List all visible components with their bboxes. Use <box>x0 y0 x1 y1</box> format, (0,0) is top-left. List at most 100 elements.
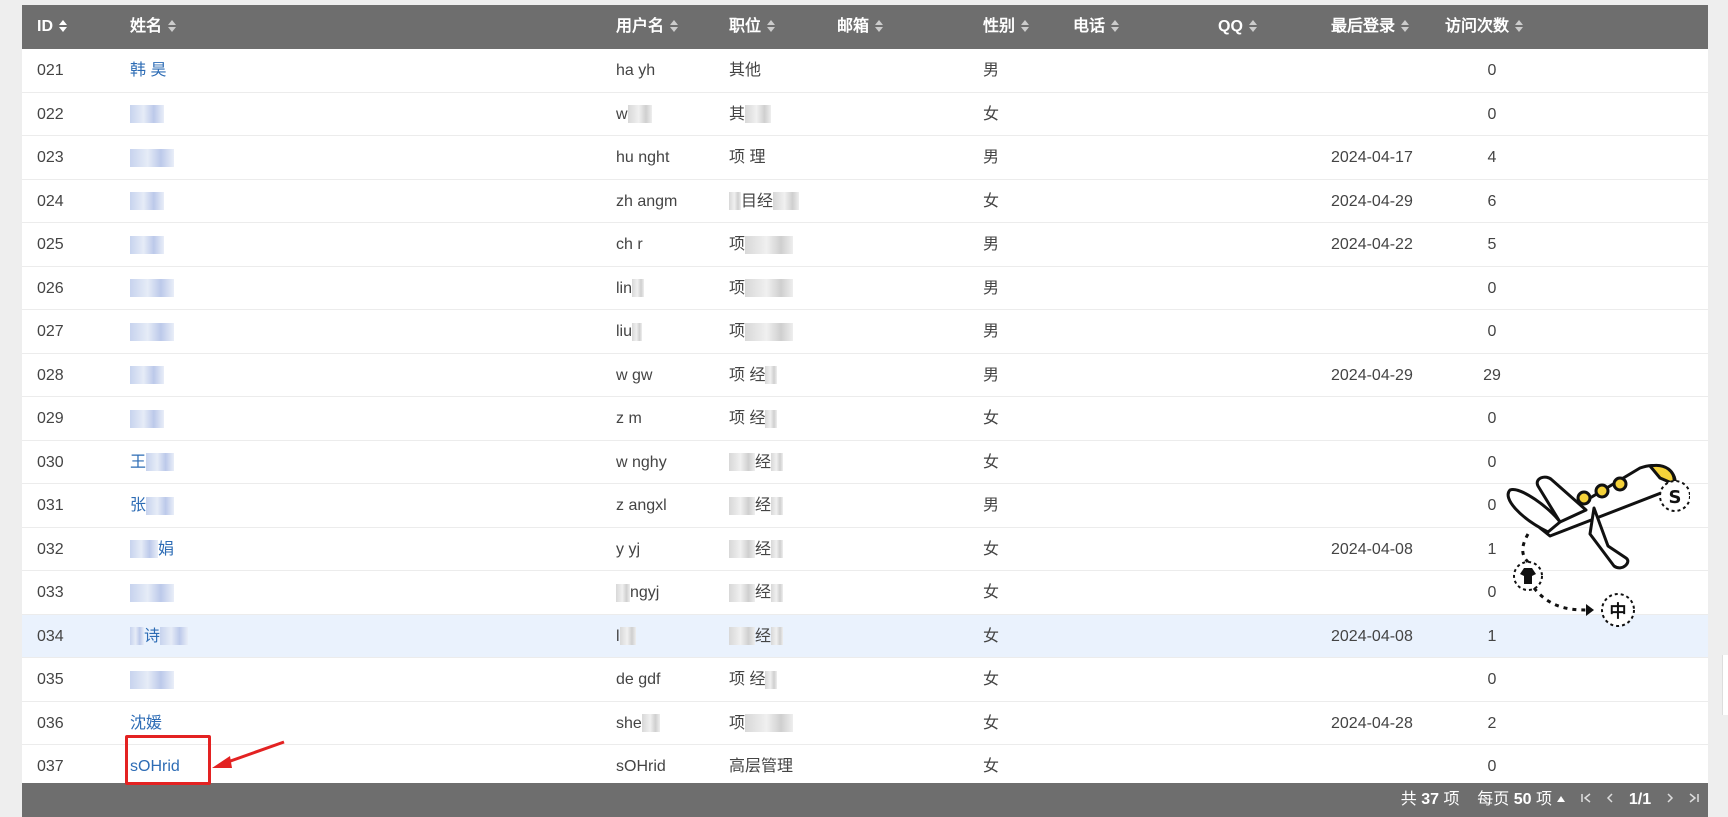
cell-name-link[interactable] <box>130 310 174 353</box>
cell-username: sOHrid <box>616 758 666 775</box>
cell-gender: 女 <box>983 410 1000 427</box>
cell-username: w gw <box>616 366 653 384</box>
cell-id: 026 <box>37 279 64 297</box>
cell-id: 031 <box>37 497 64 514</box>
table-row[interactable]: 025 ch r 项 男 2024-04-22 5 <box>22 223 1708 267</box>
cell-name-link[interactable] <box>130 354 164 397</box>
cell-position: 其他 <box>729 62 762 79</box>
cell-gender: 男 <box>983 149 1000 166</box>
prev-page-icon[interactable] <box>1605 783 1615 817</box>
blurred-text <box>765 366 778 385</box>
side-drawer-handle[interactable] <box>1722 655 1728 715</box>
blurred-text <box>745 322 794 341</box>
cell-name-link[interactable] <box>130 223 164 266</box>
cell-id: 027 <box>37 323 64 340</box>
cell-name-link[interactable]: 张 <box>130 484 175 527</box>
last-page-icon[interactable] <box>1688 783 1700 817</box>
cell-id: 037 <box>37 758 64 775</box>
column-header-id[interactable]: ID <box>37 5 68 49</box>
table-row[interactable]: 023 hu nght 项 理 男 2024-04-17 4 <box>22 136 1708 180</box>
cell-gender: 男 <box>983 366 1000 384</box>
blurred-text <box>632 322 643 341</box>
sort-icon[interactable] <box>669 7 679 51</box>
column-header-name[interactable]: 姓名 <box>130 5 177 49</box>
blurred-text <box>745 279 794 298</box>
table-row-highlighted[interactable]: 034 诗 l 经 女 2024-04-08 1 <box>22 614 1708 658</box>
column-header-position[interactable]: 职位 <box>729 5 776 49</box>
cell-visits: 0 <box>1487 105 1497 123</box>
cell-gender: 女 <box>983 627 1000 645</box>
column-header-username[interactable]: 用户名 <box>616 5 679 49</box>
column-header-qq[interactable]: QQ <box>1218 5 1258 49</box>
sort-icon[interactable] <box>1110 7 1120 51</box>
blurred-text <box>729 192 741 211</box>
cell-gender: 女 <box>983 584 1000 601</box>
sort-icon[interactable] <box>1400 7 1410 51</box>
table-row[interactable]: 021 韩 昊 ha yh 其他 男 0 <box>22 49 1708 93</box>
cell-name-link[interactable]: 韩 昊 <box>130 49 166 92</box>
blurred-text <box>745 235 794 254</box>
first-page-icon[interactable] <box>1580 783 1592 817</box>
cell-name-link[interactable] <box>130 658 174 701</box>
cell-id: 035 <box>37 671 64 688</box>
sort-icon[interactable] <box>766 7 776 51</box>
column-header-visits[interactable]: 访问次数 <box>1445 5 1524 49</box>
table-row[interactable]: 030 王 w nghy 经 女 0 <box>22 441 1708 484</box>
cell-visits: 0 <box>1487 62 1497 79</box>
table-row[interactable]: 027 liu 项 男 0 <box>22 310 1708 354</box>
per-page-selector[interactable]: 每页 50 项 <box>1477 791 1566 808</box>
table-row[interactable]: 022 w 其 女 0 <box>22 93 1708 136</box>
table-row[interactable]: 029 z m 项 经 女 0 <box>22 397 1708 441</box>
cell-name-link[interactable]: 诗 <box>130 615 189 658</box>
user-table-panel: ID 姓名 用户名 职位 邮箱 性别 电话 QQ 最后登录 访问次数 021 韩… <box>22 5 1708 817</box>
sort-icon[interactable] <box>1514 7 1524 51</box>
table-row[interactable]: 035 de gdf 项 经 女 0 <box>22 658 1708 702</box>
column-header-last-login[interactable]: 最后登录 <box>1331 5 1410 49</box>
cell-name-link[interactable] <box>130 397 164 440</box>
cell-last-login: 2024-04-08 <box>1331 540 1413 558</box>
cell-name-link[interactable] <box>130 267 174 310</box>
cell-name-link[interactable] <box>130 180 164 223</box>
airplane-sticker-icon: 中 S <box>1506 463 1690 627</box>
table-body: 021 韩 昊 ha yh 其他 男 0 022 w 其 女 0 023 hu … <box>22 49 1708 789</box>
cell-id: 024 <box>37 192 64 210</box>
table-row[interactable]: 028 w gw 项 经 男 2024-04-29 29 <box>22 354 1708 397</box>
cell-name-link[interactable] <box>130 136 174 179</box>
cell-position: 经 <box>729 441 784 484</box>
cell-id: 025 <box>37 236 64 253</box>
table-row[interactable]: 024 zh angm 目经 女 2024-04-29 6 <box>22 180 1708 223</box>
table-row[interactable]: 032 娟 y yj 经 女 2024-04-08 1 <box>22 528 1708 571</box>
annotation-highlight-box <box>125 735 211 785</box>
cell-visits: 6 <box>1487 192 1497 210</box>
blurred-name <box>130 583 174 602</box>
cell-name-link[interactable] <box>130 571 174 614</box>
column-header-phone[interactable]: 电话 <box>1073 5 1120 49</box>
sort-icon[interactable] <box>874 7 884 51</box>
table-row[interactable]: 026 lin 项 男 0 <box>22 267 1708 310</box>
cell-position: 经 <box>729 528 784 571</box>
sort-icon[interactable] <box>58 7 68 51</box>
next-page-icon[interactable] <box>1665 783 1675 817</box>
blurred-text <box>771 453 784 472</box>
sort-icon[interactable] <box>1020 7 1030 51</box>
cell-gender: 女 <box>983 105 1000 123</box>
blurred-text <box>632 279 645 298</box>
cell-id: 034 <box>37 627 64 645</box>
column-header-gender[interactable]: 性别 <box>983 5 1030 49</box>
cell-name-link[interactable] <box>130 93 164 136</box>
blurred-text <box>745 105 772 124</box>
cell-gender: 男 <box>983 62 1000 79</box>
cell-name-link[interactable]: 娟 <box>130 528 174 571</box>
cell-visits: 0 <box>1487 410 1497 427</box>
blurred-name <box>130 279 174 298</box>
blurred-text <box>765 670 778 689</box>
column-header-email[interactable]: 邮箱 <box>837 5 884 49</box>
cell-gender: 男 <box>983 497 1000 514</box>
cell-position: 项 <box>729 267 794 310</box>
cell-name-link[interactable]: 王 <box>130 441 175 484</box>
blurred-text <box>729 453 755 472</box>
table-row[interactable]: 033 ngyj 经 女 0 <box>22 571 1708 615</box>
table-row[interactable]: 031 张 z angxl 经 男 0 <box>22 484 1708 528</box>
sort-icon[interactable] <box>1248 7 1258 51</box>
sort-icon[interactable] <box>167 7 177 51</box>
